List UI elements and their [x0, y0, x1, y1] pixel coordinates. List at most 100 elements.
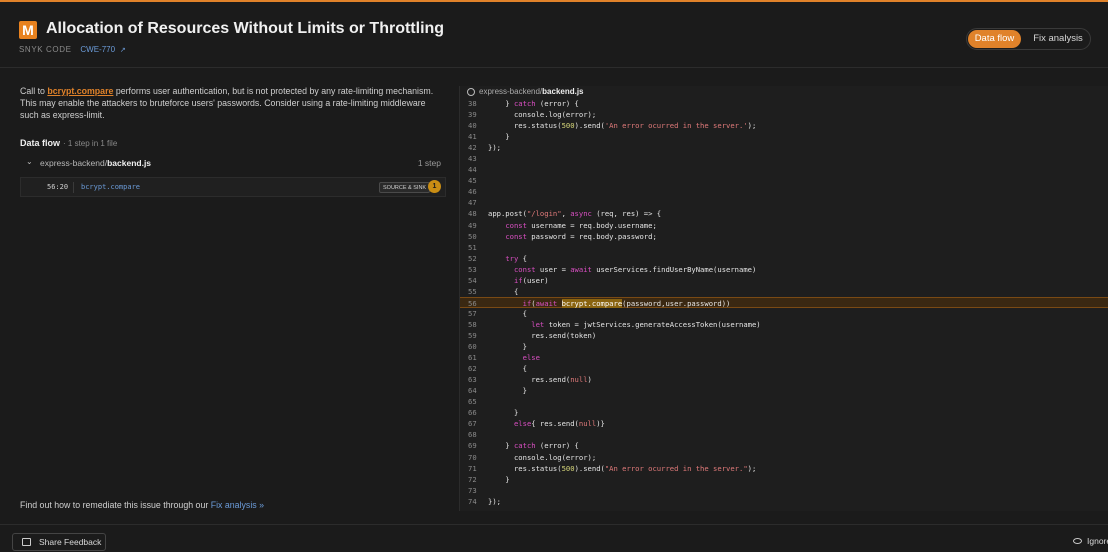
- ignore-label: Ignore: [1087, 536, 1108, 546]
- share-feedback-button[interactable]: Share Feedback: [12, 533, 106, 551]
- line-number: 52: [468, 253, 477, 263]
- feedback-icon: [22, 538, 31, 546]
- code-line: 60 }: [460, 341, 1108, 352]
- remediation-text: Find out how to remediate this issue thr…: [20, 500, 211, 510]
- code-file-path[interactable]: express-backend/backend.js: [479, 87, 584, 96]
- code-line: 55 {: [460, 286, 1108, 297]
- tab-data-flow[interactable]: Data flow: [968, 30, 1021, 48]
- code-line: 39 console.log(error);: [460, 109, 1108, 120]
- step-number-badge: 1: [428, 180, 441, 193]
- cwe-link[interactable]: CWE-770: [80, 45, 115, 54]
- github-icon: [467, 88, 475, 96]
- code-line: 45: [460, 175, 1108, 186]
- line-number: 68: [468, 430, 477, 440]
- code-line: 53 const user = await userServices.findU…: [460, 264, 1108, 275]
- line-number: 62: [468, 364, 477, 374]
- line-number: 67: [468, 419, 477, 429]
- code-line: 68: [460, 429, 1108, 440]
- source-sink-badge: SOURCE & SINK: [379, 182, 431, 193]
- line-text: } catch (error) {: [488, 99, 579, 108]
- issue-details-pane: Call to bcrypt.compare performs user aut…: [0, 69, 452, 524]
- line-number: 58: [468, 319, 477, 329]
- line-number: 60: [468, 342, 477, 352]
- line-number: 73: [468, 485, 477, 495]
- code-line: 38 } catch (error) {: [460, 98, 1108, 109]
- code-line: 40 res.status(500).send('An error ocurre…: [460, 120, 1108, 131]
- line-number: 49: [468, 220, 477, 230]
- data-flow-file-row[interactable]: ⌄ express-backend/backend.js 1 step: [20, 157, 445, 171]
- issue-title: Allocation of Resources Without Limits o…: [46, 20, 445, 37]
- line-number: 38: [468, 99, 477, 108]
- line-number: 46: [468, 187, 477, 197]
- line-text: res.status(500).send("An error ocurred i…: [488, 463, 757, 473]
- line-text: res.send(null): [488, 375, 592, 385]
- code-file-header: express-backend/backend.js: [460, 86, 1108, 98]
- line-number: 72: [468, 474, 477, 484]
- line-text: let token = jwtServices.generateAccessTo…: [531, 319, 761, 329]
- code-line: 58 let token = jwtServices.generateAcces…: [460, 319, 1108, 330]
- code-line: 54 if(user): [460, 275, 1108, 286]
- line-text: }: [488, 474, 510, 484]
- ignore-button[interactable]: Ignore: [1073, 536, 1108, 546]
- step-function[interactable]: bcrypt.compare: [81, 183, 140, 191]
- line-text: const user = await userServices.findUser…: [513, 264, 757, 274]
- line-number: 54: [468, 275, 477, 285]
- code-line: 64 }: [460, 385, 1108, 396]
- code-line: 42});: [460, 142, 1108, 153]
- line-number: 64: [468, 386, 477, 396]
- line-text: try {: [505, 253, 527, 263]
- line-text: if(user): [513, 275, 549, 285]
- line-text: else: [522, 353, 540, 363]
- issue-description: Call to bcrypt.compare performs user aut…: [20, 85, 445, 121]
- line-text: {: [488, 286, 519, 296]
- chevron-down-icon[interactable]: ⌄: [26, 157, 33, 166]
- line-number: 63: [468, 375, 477, 385]
- line-text: {: [488, 364, 527, 374]
- code-line: 71 res.status(500).send("An error ocurre…: [460, 463, 1108, 474]
- code-line: 62 {: [460, 363, 1108, 374]
- external-link-icon[interactable]: ↗: [120, 47, 126, 54]
- issue-meta: SNYK CODE CWE-770 ↗: [19, 45, 126, 54]
- fix-analysis-link[interactable]: Fix analysis »: [211, 500, 264, 510]
- remediation-note: Find out how to remediate this issue thr…: [20, 500, 264, 510]
- code-line: 41 }: [460, 131, 1108, 142]
- code-line: 59 res.send(token): [460, 330, 1108, 341]
- step-divider: [73, 182, 74, 193]
- issue-header: M Allocation of Resources Without Limits…: [0, 2, 1108, 68]
- code-line: 61 else: [460, 352, 1108, 363]
- code-line: 46: [460, 186, 1108, 197]
- code-line: 49 const username = req.body.username;: [460, 220, 1108, 231]
- line-number: 51: [468, 242, 477, 252]
- share-feedback-label: Share Feedback: [39, 537, 102, 547]
- code-line: 50 const password = req.body.password;: [460, 231, 1108, 242]
- data-flow-step[interactable]: 56:20 bcrypt.compare SOURCE & SINK 1: [20, 177, 446, 197]
- line-text: else{ res.send(null)}: [513, 419, 605, 429]
- code-line: 47: [460, 197, 1108, 208]
- line-number: 71: [468, 463, 477, 473]
- line-text: }: [488, 342, 527, 352]
- data-flow-file-path: express-backend/backend.js: [40, 158, 152, 168]
- tab-fix-analysis[interactable]: Fix analysis: [1027, 30, 1089, 48]
- code-line: 52 try {: [460, 253, 1108, 264]
- code-line: 51: [460, 242, 1108, 253]
- line-number: 57: [468, 308, 477, 318]
- description-prefix: Call to: [20, 86, 48, 96]
- line-number: 61: [468, 353, 477, 363]
- code-line: 43: [460, 153, 1108, 164]
- source-label: SNYK CODE: [19, 45, 72, 54]
- function-link[interactable]: bcrypt.compare: [47, 86, 113, 96]
- code-line: 63 res.send(null): [460, 374, 1108, 385]
- line-text: }: [488, 408, 519, 418]
- line-text: res.status(500).send('An error ocurred i…: [488, 121, 757, 131]
- line-number: 65: [468, 397, 477, 407]
- line-text: res.send(token): [488, 330, 597, 340]
- code-line: 67 else{ res.send(null)}: [460, 418, 1108, 429]
- code-line: 57 {: [460, 308, 1108, 319]
- line-text: {: [488, 308, 527, 318]
- data-flow-heading: Data flow · 1 step in 1 file: [20, 138, 117, 148]
- line-number: 41: [468, 132, 477, 142]
- line-number: 40: [468, 121, 477, 131]
- code-line: 69 } catch (error) {: [460, 440, 1108, 451]
- line-number: 59: [468, 330, 477, 340]
- code-viewer: express-backend/backend.js 38 } catch (e…: [459, 86, 1108, 511]
